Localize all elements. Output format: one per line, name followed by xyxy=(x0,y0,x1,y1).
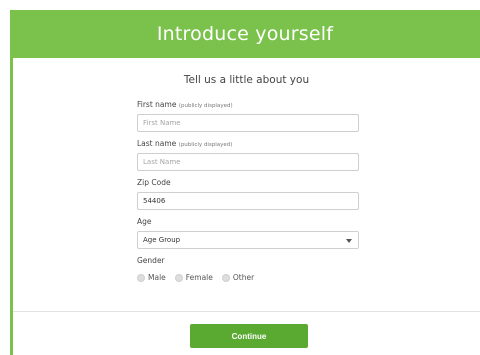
last-name-label: Last name (publicly displayed) xyxy=(137,139,232,148)
form-container: Tell us a little about you First name (p… xyxy=(13,58,480,355)
gender-radio-group: Male Female Other xyxy=(137,273,263,282)
gender-label: Gender xyxy=(137,256,165,265)
last-name-input[interactable] xyxy=(137,153,359,171)
last-name-hint: (publicly displayed) xyxy=(178,142,233,148)
first-name-label: First name (publicly displayed) xyxy=(137,100,233,109)
gender-option-label: Female xyxy=(185,273,213,282)
gender-option-female[interactable]: Female xyxy=(174,273,213,282)
zip-code-label: Zip Code xyxy=(137,178,171,187)
top-band xyxy=(0,0,480,10)
chevron-down-icon xyxy=(346,239,352,243)
first-name-hint: (publicly displayed) xyxy=(178,103,233,109)
radio-icon[interactable] xyxy=(174,273,183,282)
first-name-input[interactable] xyxy=(137,114,359,132)
page-title: Introduce yourself xyxy=(156,23,334,45)
gender-option-other[interactable]: Other xyxy=(221,273,255,282)
age-label-text: Age xyxy=(137,217,152,226)
radio-icon[interactable] xyxy=(137,273,145,282)
radio-icon[interactable] xyxy=(221,273,230,282)
gender-label-text: Gender xyxy=(137,256,165,265)
first-name-label-text: First name xyxy=(137,100,177,109)
form-divider xyxy=(13,311,480,312)
gender-option-male[interactable]: Male xyxy=(137,273,166,282)
zip-code-label-text: Zip Code xyxy=(137,178,171,187)
age-group-select[interactable]: Age Group xyxy=(137,231,359,249)
age-label: Age xyxy=(137,217,152,226)
age-group-selected: Age Group xyxy=(143,236,181,244)
page-header: Introduce yourself xyxy=(10,10,480,58)
gender-option-label: Other xyxy=(232,273,255,282)
gender-option-label: Male xyxy=(148,273,166,282)
form-subtitle: Tell us a little about you xyxy=(183,74,310,86)
continue-button[interactable]: Continue xyxy=(190,324,308,348)
last-name-label-text: Last name xyxy=(137,139,177,148)
zip-code-input[interactable] xyxy=(137,192,359,210)
